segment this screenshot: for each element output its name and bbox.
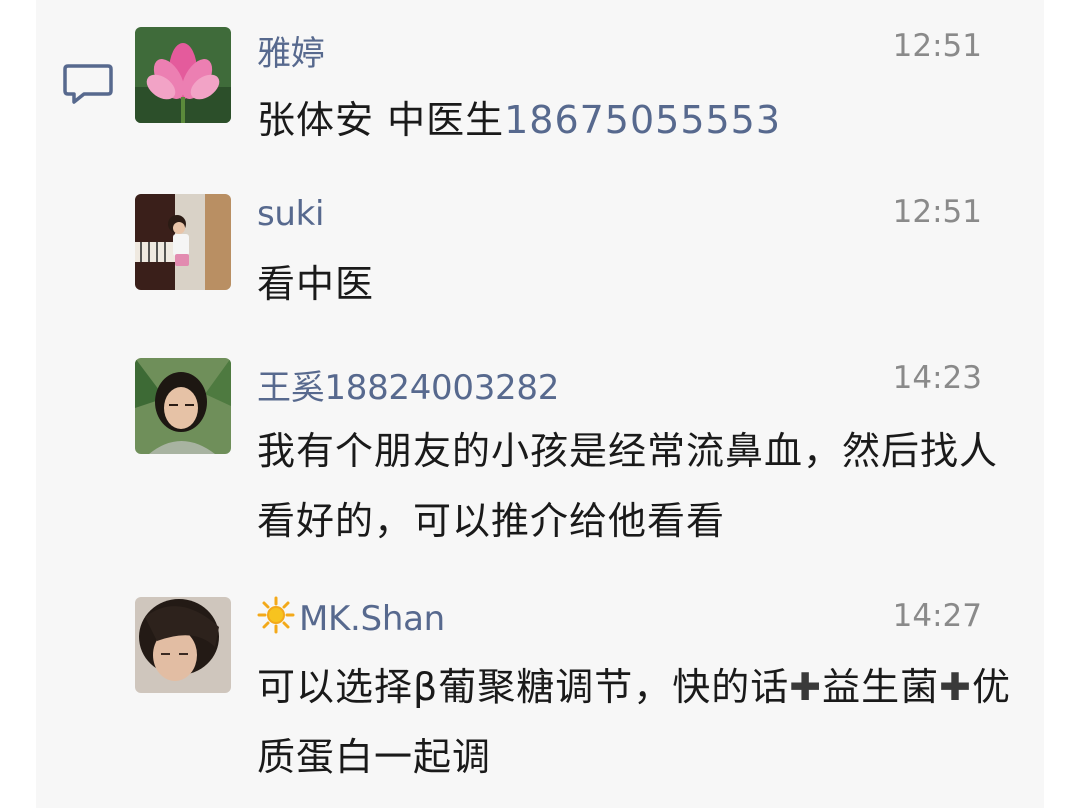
- comment-time: 12:51: [892, 194, 982, 230]
- comment-text-plain: 张体安 中医生: [257, 98, 505, 142]
- comment-item[interactable]: MK.Shan 14:27 可以选择β葡聚糖调节，快的话✚益生菌✚优质蛋白一起调: [36, 568, 1044, 808]
- avatar[interactable]: [135, 597, 231, 693]
- comment-time: 14:23: [892, 360, 982, 396]
- plus-icon: ✚: [789, 665, 823, 709]
- comment-item[interactable]: 王奚18824003282 14:23 我有个朋友的小孩是经常流鼻血，然后找人看…: [36, 330, 1044, 568]
- avatar[interactable]: [135, 27, 231, 123]
- avatar[interactable]: [135, 194, 231, 290]
- phone-link[interactable]: 18675055553: [504, 98, 781, 142]
- comment-text: 看中医: [257, 262, 375, 306]
- comment-text: 可以选择β葡聚糖调节，快的话✚益生菌✚优质蛋白一起调: [257, 652, 1017, 792]
- comment-time: 14:27: [892, 598, 982, 634]
- comment-text-part: 可以选择β葡聚糖调节，快的话: [257, 665, 790, 709]
- commenter-name-text: MK.Shan: [299, 599, 445, 639]
- comment-text: 我有个朋友的小孩是经常流鼻血，然后找人看好的，可以推介给他看看: [257, 429, 999, 543]
- sun-emoji-icon: [257, 596, 295, 634]
- plus-icon: ✚: [939, 665, 972, 709]
- comment-item[interactable]: suki 12:51 看中医: [36, 160, 1044, 330]
- comment-text-part: 益生菌: [822, 665, 940, 709]
- commenter-name[interactable]: suki: [257, 194, 325, 234]
- comment-item[interactable]: 雅婷 12:51 张体安 中医生18675055553: [36, 0, 1044, 160]
- commenter-name[interactable]: 雅婷: [257, 26, 325, 75]
- commenter-name[interactable]: MK.Shan: [257, 596, 445, 639]
- comment-time: 12:51: [892, 28, 982, 64]
- commenter-name[interactable]: 王奚18824003282: [257, 360, 559, 409]
- avatar[interactable]: [135, 358, 231, 454]
- comment-text: 张体安 中医生18675055553: [257, 85, 1017, 155]
